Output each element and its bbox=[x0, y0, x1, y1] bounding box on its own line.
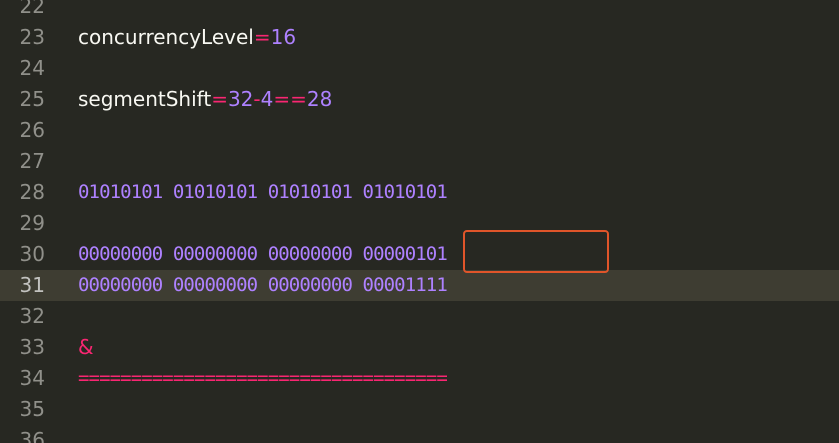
code-line-29[interactable]: 29 bbox=[0, 208, 839, 239]
code-token: - bbox=[253, 87, 261, 111]
code-line-28[interactable]: 28 01010101 01010101 01010101 01010101 bbox=[0, 177, 839, 208]
code-line-24[interactable]: 24 bbox=[0, 53, 839, 84]
code-line-30[interactable]: 30 00000000 00000000 00000000 00000101 bbox=[0, 239, 839, 270]
code-text: 00000000 00000000 00000000 00000101 bbox=[78, 239, 448, 270]
line-number: 24 bbox=[19, 56, 45, 80]
line-number: 25 bbox=[19, 87, 45, 111]
code-token: 28 bbox=[306, 87, 333, 111]
code-token: 16 bbox=[270, 25, 297, 49]
code-text: =================================== bbox=[78, 363, 448, 394]
line-number: 35 bbox=[19, 397, 45, 421]
code-text: & bbox=[78, 332, 94, 363]
code-line-32[interactable]: 32 bbox=[0, 301, 839, 332]
line-number: 23 bbox=[19, 25, 45, 49]
code-token: = bbox=[253, 25, 271, 49]
code-token: = bbox=[211, 87, 228, 111]
line-number: 29 bbox=[19, 211, 45, 235]
line-number: 33 bbox=[19, 335, 45, 359]
line-number: 34 bbox=[19, 366, 45, 390]
code-token: == bbox=[273, 87, 307, 111]
line-number: 28 bbox=[19, 180, 45, 204]
code-token: & bbox=[78, 335, 94, 359]
code-line-33[interactable]: 33 & bbox=[0, 332, 839, 363]
code-line-25[interactable]: 25 segmentShift=32-4==28 bbox=[0, 84, 839, 115]
code-line-22[interactable]: 22 bbox=[0, 0, 839, 22]
code-text: segmentShift=32-4==28 bbox=[78, 84, 332, 115]
code-line-23[interactable]: 23 concurrencyLevel=16 bbox=[0, 22, 839, 53]
line-number: 27 bbox=[19, 149, 45, 173]
code-token: 00000000 00000000 00000000 00000101 bbox=[78, 243, 448, 265]
code-token: concurrencyLevel bbox=[78, 25, 254, 49]
line-number: 30 bbox=[19, 242, 45, 266]
code-token: segmentShift bbox=[78, 87, 212, 111]
code-token: 00000000 00000000 00000000 00001111 bbox=[78, 274, 448, 296]
code-line-35[interactable]: 35 bbox=[0, 394, 839, 425]
code-text: 00000000 00000000 00000000 00001111 bbox=[78, 270, 448, 301]
line-number: 32 bbox=[19, 304, 45, 328]
line-number: 26 bbox=[19, 118, 45, 142]
code-text: concurrencyLevel=16 bbox=[78, 22, 296, 53]
line-number: 31 bbox=[19, 273, 45, 297]
code-editor[interactable]: 22 23 concurrencyLevel=16 24 25 segmentShift=… bbox=[0, 0, 839, 443]
code-token: 32 bbox=[227, 87, 254, 111]
code-line-36[interactable]: 36 bbox=[0, 425, 839, 443]
code-token: =================================== bbox=[78, 367, 448, 389]
code-token: 4 bbox=[260, 87, 274, 111]
code-line-26[interactable]: 26 bbox=[0, 115, 839, 146]
line-number: 36 bbox=[19, 428, 45, 443]
code-text: 01010101 01010101 01010101 01010101 bbox=[78, 177, 448, 208]
annotation-highlight-box bbox=[463, 230, 609, 273]
line-number: 22 bbox=[19, 0, 45, 18]
code-line-27[interactable]: 27 bbox=[0, 146, 839, 177]
code-line-31[interactable]: 31 00000000 00000000 00000000 00001111 bbox=[0, 270, 839, 301]
code-token: 01010101 01010101 01010101 01010101 bbox=[78, 181, 448, 203]
code-line-34[interactable]: 34 =================================== bbox=[0, 363, 839, 394]
